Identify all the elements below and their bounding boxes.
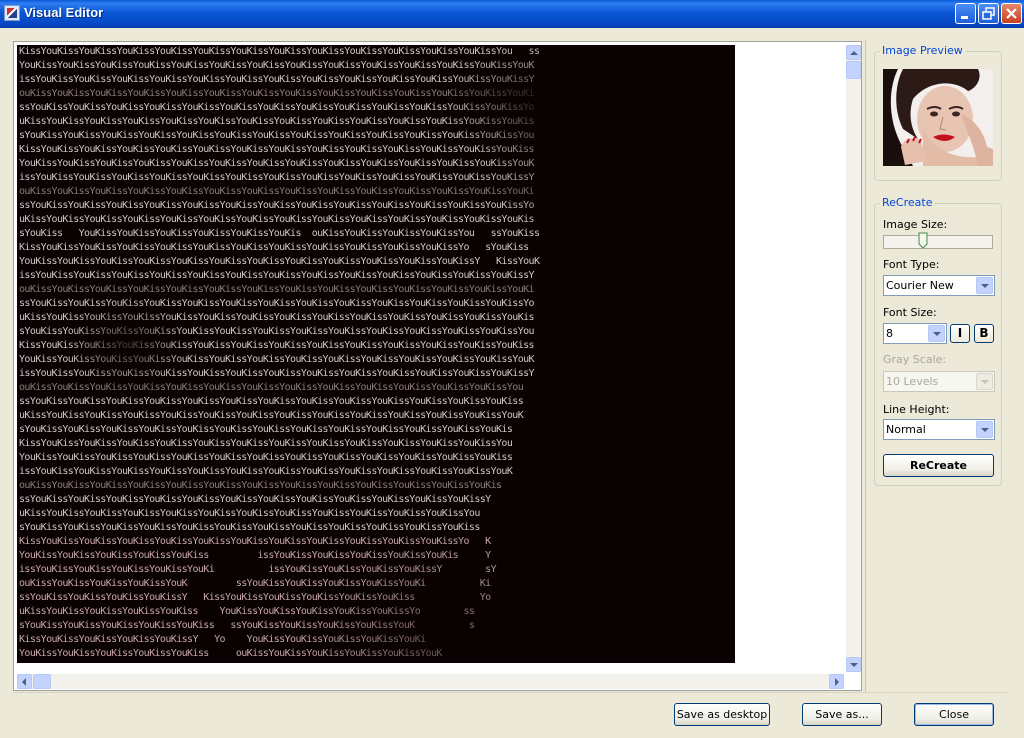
ascii-art-line: issYouKissYouKissYouKissYouKissYouKissYo… [19,466,513,477]
ascii-art-line: YouKissYouKissYouKissYouKissYouKissYouKi… [19,256,540,267]
ascii-art-line: issYouKissYouKissYouKissYouKissYouKissYo… [19,270,535,281]
ascii-art-line: ouKissYouKissYouKissYouKissYouKissYouKis… [19,88,535,99]
app-icon[interactable] [4,5,20,21]
ascii-art-line: issYouKissYouKissYouKissYouKissYouKissYo… [19,74,535,85]
ascii-art-line: issYouKissYouKissYouKissYouKissYouKissYo… [19,368,535,379]
footer-divider [13,692,1009,693]
gray-scale-label: Gray Scale: [883,353,947,366]
font-type-select[interactable]: Courier New [883,275,995,296]
chevron-down-icon[interactable] [928,325,945,342]
ascii-art-line: KissYouKissYouKissYouKissYouKissYouKissY… [19,438,513,449]
ascii-art-line: KissYouKissYouKissYouKissYouKissYouKissY… [19,242,529,253]
panel-divider [865,40,866,692]
ascii-art-line: sYouKissYouKissYouKissYouKissYouKissYouK… [19,424,513,435]
scroll-left-button[interactable] [17,674,32,689]
ascii-art-line: KissYouKissYouKissYouKissYouKissY Yo You… [19,634,426,645]
line-height-value: Normal [886,423,926,436]
image-size-label: Image Size: [883,218,948,231]
bold-toggle-button[interactable]: B [974,324,994,343]
gray-scale-select[interactable]: 10 Levels [883,371,995,392]
preview-image [883,69,993,166]
ascii-art-line: ouKissYouKissYouKissYouKissYouKissYouKis… [19,382,524,393]
ascii-art-line: YouKissYouKissYouKissYouKissYouKissYouKi… [19,354,535,365]
minimize-icon [961,16,968,19]
font-type-value: Courier New [886,279,954,292]
line-height-select[interactable]: Normal [883,419,995,440]
vertical-scroll-thumb[interactable] [846,61,861,79]
ascii-art-line: ouKissYouKissYouKissYouKissYouK ssYouKis… [19,578,491,589]
ascii-art-line: ssYouKissYouKissYouKissYouKissYouKissYou… [19,298,535,309]
ascii-art-line: YouKissYouKissYouKissYouKissYouKissYouKi… [19,452,513,463]
horizontal-scroll-thumb[interactable] [33,674,51,689]
font-type-label: Font Type: [883,258,940,271]
font-size-label: Font Size: [883,306,937,319]
close-button[interactable]: Close [914,703,994,726]
ascii-art-canvas: KissYouKissYouKissYouKissYouKissYouKissY… [17,45,735,663]
ascii-art-line: uKissYouKissYouKissYouKissYouKissYouKiss… [19,312,535,323]
ascii-art-line: ssYouKissYouKissYouKissYouKissYouKissYou… [19,396,524,407]
ascii-art-line: sYouKissYouKissYouKissYouKissYouKissYouK… [19,522,480,533]
ascii-art-line: ouKissYouKissYouKissYouKissYouKissYouKis… [19,284,535,295]
image-preview-title: Image Preview [880,44,965,57]
ascii-art-line: sYouKissYouKissYouKissYouKissYouKissYouK… [19,130,535,141]
chevron-down-icon[interactable] [976,421,993,438]
chevron-down-icon[interactable] [976,373,993,390]
ascii-art-line: ssYouKissYouKissYouKissYouKissYouKissYou… [19,200,535,211]
ascii-art-line: KissYouKissYouKissYouKissYouKissYouKissY… [19,144,535,155]
scroll-right-button[interactable] [829,674,844,689]
scroll-up-button[interactable] [846,45,861,60]
title-bar[interactable]: Visual Editor [0,0,1024,28]
ascii-art-line: ouKissYouKissYouKissYouKissYouKissYouKis… [19,480,502,491]
ascii-art-line: ssYouKissYouKissYouKissYouKissY KissYouK… [19,592,491,603]
font-size-select[interactable]: 8 [883,323,947,344]
line-height-label: Line Height: [883,403,950,416]
restore-icon [982,7,995,20]
italic-toggle-button[interactable]: I [950,324,970,343]
save-as-desktop-button[interactable]: Save as desktop [674,703,770,726]
scroll-down-button[interactable] [846,657,861,672]
ascii-art-line: issYouKissYouKissYouKissYouKissYouKi iss… [19,564,497,575]
ascii-art-line: KissYouKissYouKissYouKissYouKissYouKissY… [19,340,535,351]
ascii-art-line: uKissYouKissYouKissYouKissYouKiss YouKis… [19,606,475,617]
ascii-art-line: sYouKiss YouKissYouKissYouKissYouKissYou… [19,228,540,239]
ascii-art-line: YouKissYouKissYouKissYouKissYouKiss ouKi… [19,648,442,659]
recreate-group: ReCreate Image Size: Font Type: Courier … [874,196,1002,486]
image-preview-group: Image Preview [874,44,1002,181]
vertical-scrollbar[interactable] [846,45,861,672]
ascii-art-line: KissYouKissYouKissYouKissYouKissYouKissY… [19,46,540,57]
font-size-value: 8 [886,327,893,340]
horizontal-scrollbar[interactable] [17,674,844,689]
ascii-art-line: ssYouKissYouKissYouKissYouKissYouKissYou… [19,494,491,505]
ascii-art-line: sYouKissYouKissYouKissYouKissYouKiss ssY… [19,620,475,631]
ascii-art-viewer[interactable]: KissYouKissYouKissYouKissYouKissYouKissY… [13,41,862,691]
close-icon [1006,8,1017,19]
ascii-art-line: YouKissYouKissYouKissYouKissYouKiss issY… [19,550,491,561]
chevron-down-icon[interactable] [976,277,993,294]
ascii-art-line: YouKissYouKissYouKissYouKissYouKissYouKi… [19,158,535,169]
ascii-art-line: ouKissYouKissYouKissYouKissYouKissYouKis… [19,186,535,197]
recreate-title: ReCreate [880,196,935,209]
ascii-art-line: uKissYouKissYouKissYouKissYouKissYouKiss… [19,116,535,127]
ascii-art-line: uKissYouKissYouKissYouKissYouKissYouKiss… [19,410,524,421]
save-as-button[interactable]: Save as... [802,703,882,726]
ascii-art-line: KissYouKissYouKissYouKissYouKissYouKissY… [19,536,491,547]
ascii-art-line: uKissYouKissYouKissYouKissYouKissYouKiss… [19,214,535,225]
minimize-button[interactable] [955,3,976,24]
gray-scale-value: 10 Levels [886,375,939,388]
ascii-art-line: YouKissYouKissYouKissYouKissYouKissYouKi… [19,60,535,71]
image-size-slider[interactable] [883,235,993,249]
ascii-art-line: ssYouKissYouKissYouKissYouKissYouKissYou… [19,102,535,113]
image-size-slider-thumb[interactable] [918,232,928,249]
restore-button[interactable] [978,3,999,24]
recreate-button[interactable]: ReCreate [883,454,994,477]
window-title: Visual Editor [24,5,104,20]
close-window-button[interactable] [1001,3,1022,24]
ascii-art-line: uKissYouKissYouKissYouKissYouKissYouKiss… [19,508,480,519]
ascii-art-line: issYouKissYouKissYouKissYouKissYouKissYo… [19,172,535,183]
ascii-art-line: sYouKissYouKissYouKissYouKissYouKissYouK… [19,326,535,337]
